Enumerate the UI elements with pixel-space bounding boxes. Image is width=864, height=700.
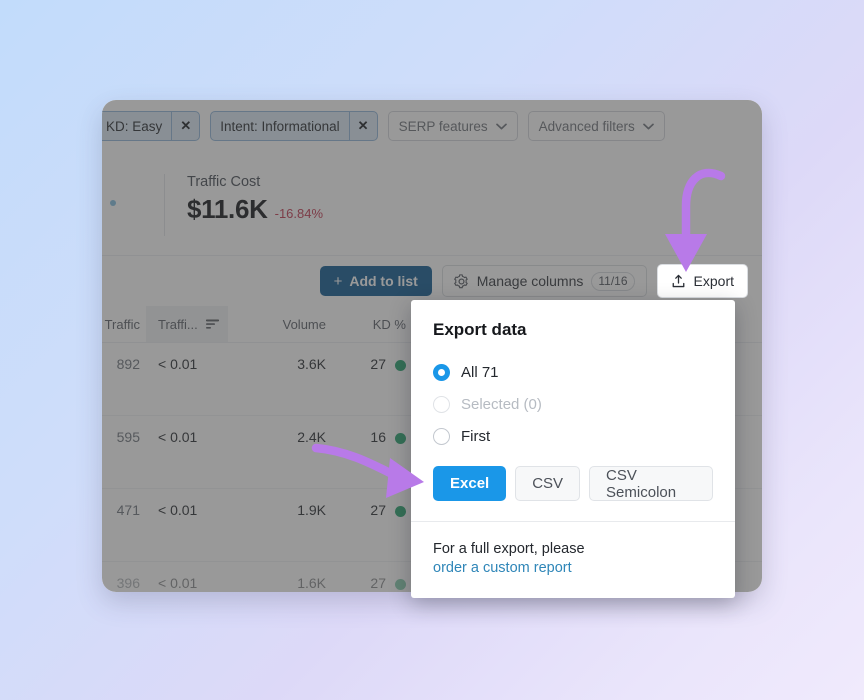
close-icon[interactable]: ✕ xyxy=(348,112,377,140)
export-popup-title: Export data xyxy=(433,320,527,339)
sort-descending-icon xyxy=(205,319,219,329)
kd-status-dot-icon xyxy=(395,360,406,371)
export-popup-footer: For a full export, please order a custom… xyxy=(411,521,735,598)
kd-status-dot-icon xyxy=(395,506,406,517)
export-scope-option-all[interactable]: All 71 xyxy=(433,356,713,388)
metrics-strip: Traffic Cost $11.6K -16.84% xyxy=(102,152,762,256)
add-to-list-label: Add to list xyxy=(349,273,418,289)
cell-kd-value: 27 xyxy=(370,356,386,372)
cell-traffic-percent: < 0.01 xyxy=(158,429,198,445)
manage-columns-button[interactable]: Manage columns 11/16 xyxy=(441,265,647,297)
order-custom-report-link[interactable]: order a custom report xyxy=(433,559,713,578)
column-header-traffic-percent[interactable]: Traffi... xyxy=(146,306,228,342)
upload-icon xyxy=(672,274,684,287)
cell-volume: 2.4K xyxy=(297,429,326,445)
cell-volume: 3.6K xyxy=(297,356,326,372)
cell-traffic-percent: < 0.01 xyxy=(158,356,198,372)
kd-status-dot-icon xyxy=(395,579,406,590)
export-popup-body: Export data All 71 Selected (0) First Ex… xyxy=(411,300,735,521)
cell-traffic: 595 xyxy=(116,429,140,445)
export-format-excel[interactable]: Excel xyxy=(433,466,507,501)
cell-kd-value: 27 xyxy=(370,575,386,591)
export-button[interactable]: Export xyxy=(656,264,748,298)
metric-title: Traffic Cost xyxy=(187,174,261,190)
cell-traffic: 892 xyxy=(116,356,140,372)
export-scope-option-first[interactable]: First xyxy=(433,420,713,452)
serp-features-label: SERP features xyxy=(398,118,488,134)
column-header-kd[interactable]: KD % xyxy=(336,306,412,342)
cell-kd-value: 27 xyxy=(370,502,386,518)
close-icon[interactable]: ✕ xyxy=(171,112,199,140)
export-data-popup: Export data All 71 Selected (0) First Ex… xyxy=(411,300,735,598)
column-header-traffic-percent-label: Traffi... xyxy=(158,316,198,332)
table-toolbar: + Add to list Manage columns 11/16 Expor… xyxy=(102,256,762,306)
radio-icon[interactable] xyxy=(433,427,450,445)
advanced-filters-select[interactable]: Advanced filters xyxy=(527,111,665,141)
cell-kd: 27 xyxy=(336,502,412,550)
cell-volume: 1.9K xyxy=(297,502,326,518)
export-footer-text: For a full export, please xyxy=(433,541,585,557)
filter-bar: KD: Easy ✕ Intent: Informational ✕ SERP … xyxy=(102,100,762,152)
cell-kd-value: 16 xyxy=(370,429,386,445)
screenshot-stage: KD: Easy ✕ Intent: Informational ✕ SERP … xyxy=(0,0,864,700)
advanced-filters-label: Advanced filters xyxy=(538,118,635,134)
kd-status-dot-icon xyxy=(395,433,406,444)
gear-icon xyxy=(453,273,468,288)
metric-delta: -16.84% xyxy=(274,206,324,221)
cell-traffic-percent: < 0.01 xyxy=(158,502,198,518)
chevron-down-icon xyxy=(642,123,654,129)
cell-kd: 27 xyxy=(336,356,412,404)
plus-icon: + xyxy=(333,272,343,290)
manage-columns-label: Manage columns xyxy=(476,273,584,289)
export-scope-option-selected-label: Selected (0) xyxy=(461,395,542,413)
serp-features-select[interactable]: SERP features xyxy=(387,111,518,141)
cell-kd: 16 xyxy=(336,429,412,477)
column-header-traffic[interactable]: Traffic xyxy=(102,306,146,342)
export-format-csv[interactable]: CSV xyxy=(515,466,581,501)
export-format-group: Excel CSV CSV Semicolon xyxy=(433,466,713,501)
column-header-volume[interactable]: Volume xyxy=(228,306,336,342)
export-scope-option-first-label: First xyxy=(461,427,491,445)
radio-icon[interactable] xyxy=(433,363,450,381)
metric-bullet-icon xyxy=(110,200,116,206)
export-format-csv-semicolon[interactable]: CSV Semicolon xyxy=(589,466,713,501)
cell-volume: 1.6K xyxy=(297,575,326,591)
metric-value-row: $11.6K -16.84% xyxy=(187,194,323,225)
cell-traffic: 396 xyxy=(116,575,140,591)
manage-columns-badge: 11/16 xyxy=(591,271,635,291)
filter-chip-kd-label: KD: Easy xyxy=(106,118,163,134)
export-scope-option-selected: Selected (0) xyxy=(433,388,713,420)
metric-traffic-cost: Traffic Cost $11.6K -16.84% xyxy=(164,174,323,236)
radio-icon xyxy=(433,395,450,413)
cell-traffic-percent: < 0.01 xyxy=(158,575,198,591)
cell-traffic: 471 xyxy=(116,502,140,518)
filter-chip-kd[interactable]: KD: Easy ✕ xyxy=(102,111,201,141)
export-label: Export xyxy=(693,273,734,289)
cell-kd: 27 xyxy=(336,575,412,592)
export-scope-option-all-label: All 71 xyxy=(461,363,499,381)
chevron-down-icon xyxy=(495,123,507,129)
filter-chip-intent-label: Intent: Informational xyxy=(220,118,340,134)
add-to-list-button[interactable]: + Add to list xyxy=(319,266,432,296)
filter-chip-intent[interactable]: Intent: Informational ✕ xyxy=(210,111,378,141)
metric-value: $11.6K xyxy=(187,194,268,224)
